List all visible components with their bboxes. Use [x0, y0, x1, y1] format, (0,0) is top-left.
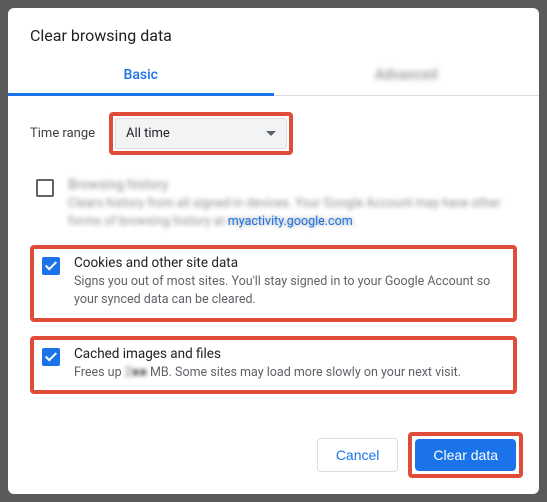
item-cookies-highlight: Cookies and other site data Signs you ou…	[30, 245, 517, 321]
checkbox-browsing-history[interactable]	[36, 179, 54, 197]
item-browsing-history: Browsing history Clears history from all…	[30, 173, 517, 245]
item-body: Cookies and other site data Signs you ou…	[74, 255, 505, 309]
time-range-value: All time	[126, 126, 170, 141]
item-desc: Frees up 2■■ MB. Some sites may load mor…	[74, 364, 505, 382]
annotation-highlight: Clear data	[408, 432, 523, 478]
time-range-row: Time range All time	[30, 112, 517, 155]
cancel-button[interactable]: Cancel	[317, 438, 399, 472]
myactivity-link[interactable]: myactivity.google.com	[228, 214, 353, 229]
item-title: Browsing history	[68, 177, 517, 193]
dialog-actions: Cancel Clear data	[8, 422, 539, 494]
tab-advanced[interactable]: Advanced	[274, 57, 540, 95]
tabs: Basic Advanced	[8, 57, 539, 96]
item-title: Cookies and other site data	[74, 255, 505, 271]
checkbox-cookies[interactable]	[42, 257, 60, 275]
dialog-content: Time range All time Browsing history Cle…	[8, 96, 539, 422]
item-title: Cached images and files	[74, 346, 505, 362]
time-range-select[interactable]: All time	[115, 118, 287, 149]
item-body: Browsing history Clears history from all…	[68, 177, 517, 231]
checkbox-cache[interactable]	[42, 348, 60, 366]
tab-basic[interactable]: Basic	[8, 57, 274, 95]
item-desc: Signs you out of most sites. You'll stay…	[74, 273, 505, 309]
item-body: Cached images and files Frees up 2■■ MB.…	[74, 346, 505, 382]
dialog-title: Clear browsing data	[8, 8, 539, 57]
item-desc: Clears history from all signed-in device…	[68, 195, 517, 231]
chevron-down-icon	[266, 131, 276, 136]
time-range-label: Time range	[30, 126, 95, 141]
annotation-highlight: All time	[109, 112, 293, 155]
clear-data-button[interactable]: Clear data	[415, 439, 516, 471]
item-cache-highlight: Cached images and files Frees up 2■■ MB.…	[30, 336, 517, 394]
cache-size-value: 2■■	[125, 364, 147, 382]
clear-browsing-data-dialog: Clear browsing data Basic Advanced Time …	[8, 8, 539, 494]
